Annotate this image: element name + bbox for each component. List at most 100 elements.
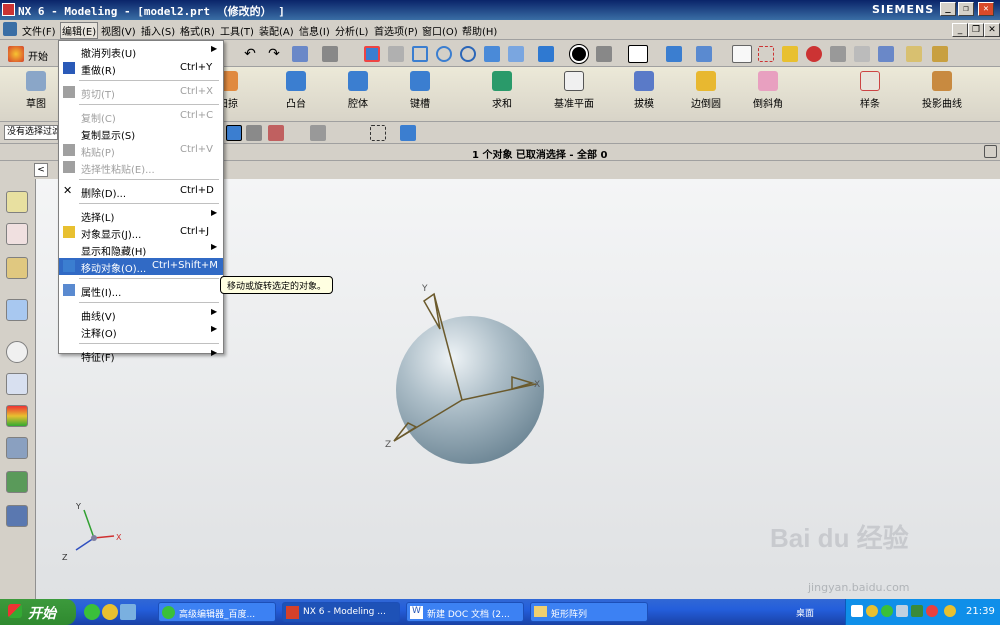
- tray-update-icon[interactable]: [944, 605, 956, 617]
- edit-menu-item-12[interactable]: 属性(I)...: [59, 282, 223, 299]
- reuse-library-icon[interactable]: [6, 299, 28, 321]
- select-all-icon[interactable]: [246, 125, 262, 141]
- undo-icon[interactable]: ↶: [242, 46, 258, 62]
- snap-point-icon[interactable]: [854, 46, 870, 62]
- unite-button[interactable]: 求和: [472, 69, 532, 110]
- menu-window[interactable]: 窗口(O): [422, 23, 458, 38]
- tray-volume-icon[interactable]: [896, 605, 908, 617]
- system-materials-icon[interactable]: [6, 373, 28, 395]
- edit-menu-item-9[interactable]: 对象显示(J)... Ctrl+J: [59, 224, 223, 241]
- draft-button[interactable]: 拔模: [614, 69, 674, 110]
- menu-view[interactable]: 视图(V): [101, 23, 136, 38]
- tray-shield-icon[interactable]: [881, 605, 893, 617]
- assembly-navigator-icon[interactable]: [6, 191, 28, 213]
- menu-analysis[interactable]: 分析(L): [335, 23, 368, 38]
- task-doc[interactable]: W 新建 DOC 文档 (2...: [406, 602, 524, 622]
- type-filter-select[interactable]: 没有选择过滤: [4, 125, 58, 140]
- pocket-button[interactable]: 腔体: [328, 69, 388, 110]
- close-button[interactable]: ✕: [978, 2, 994, 16]
- part-navigator-icon[interactable]: [6, 257, 28, 279]
- edit-menu-item-7[interactable]: ✕ 删除(D)... Ctrl+D: [59, 183, 223, 201]
- snap-center-icon[interactable]: [806, 46, 822, 62]
- render-style-icon[interactable]: [322, 46, 338, 62]
- fit-icon[interactable]: [364, 46, 380, 62]
- pan-icon[interactable]: [484, 46, 500, 62]
- snap-quadrant-icon[interactable]: [830, 46, 846, 62]
- filter-dropdown-icon[interactable]: [226, 125, 242, 141]
- task-folder[interactable]: 矩形阵列: [530, 602, 648, 622]
- magnify-icon[interactable]: [436, 46, 452, 62]
- quicklaunch-media-icon[interactable]: [102, 604, 118, 620]
- status-panel-icon[interactable]: [984, 145, 997, 158]
- rotate-icon[interactable]: [460, 46, 476, 62]
- shaded-icon[interactable]: [569, 44, 589, 64]
- start-button[interactable]: 开始: [28, 48, 48, 63]
- zoom-region-icon[interactable]: [388, 46, 404, 62]
- history-icon[interactable]: [6, 341, 28, 363]
- tray-antivirus-icon[interactable]: [926, 605, 938, 617]
- edit-menu-item-11[interactable]: 移动对象(O)... Ctrl+Shift+M: [59, 258, 223, 275]
- select-icon[interactable]: [732, 45, 752, 63]
- edge-display-icon[interactable]: [596, 46, 612, 62]
- quicklaunch-desktop-icon[interactable]: [120, 604, 136, 620]
- sketch-button[interactable]: 草图: [6, 69, 66, 110]
- menu-info[interactable]: 信息(I): [299, 23, 330, 38]
- edit-menu-item-10[interactable]: 显示和隐藏(H) ▶: [59, 241, 223, 258]
- task-nx[interactable]: NX 6 - Modeling ...: [282, 602, 400, 622]
- edge-blend-button[interactable]: 边倒圆: [676, 69, 736, 110]
- layer-icon[interactable]: [666, 46, 682, 62]
- menu-file[interactable]: 文件(F): [22, 23, 56, 38]
- doc-close-button[interactable]: ✕: [984, 23, 1000, 37]
- slot-button[interactable]: 键槽: [390, 69, 450, 110]
- tray-network-icon[interactable]: [851, 605, 863, 617]
- constraint-navigator-icon[interactable]: [6, 223, 28, 245]
- face-rule-icon[interactable]: [310, 125, 326, 141]
- doc-restore-button[interactable]: ❐: [968, 23, 984, 37]
- edit-menu-item-14[interactable]: 注释(O) ▶: [59, 323, 223, 340]
- menu-assembly[interactable]: 装配(A): [259, 23, 294, 38]
- menu-help[interactable]: 帮助(H): [462, 23, 497, 38]
- project-curve-button[interactable]: 投影曲线: [912, 69, 972, 110]
- menu-tools[interactable]: 工具(T): [220, 23, 254, 38]
- snap-endpoint-icon[interactable]: [758, 46, 774, 62]
- edit-menu-item-1[interactable]: 重做(R) Ctrl+Y: [59, 60, 223, 77]
- desktop-toolbar-label[interactable]: 桌面: [796, 606, 814, 619]
- menu-format[interactable]: 格式(R): [180, 23, 215, 38]
- sphere-body[interactable]: [396, 316, 544, 464]
- edit-menu-item-13[interactable]: 曲线(V) ▶: [59, 306, 223, 323]
- minimize-button[interactable]: _: [940, 2, 956, 16]
- menu-preferences[interactable]: 首选项(P): [374, 23, 418, 38]
- wcs-icon[interactable]: [696, 46, 712, 62]
- selection-scope-icon[interactable]: [268, 125, 284, 141]
- ruler-icon[interactable]: [932, 46, 948, 62]
- palette-icon[interactable]: [6, 405, 28, 427]
- lasso-icon[interactable]: [370, 125, 386, 141]
- edit-menu-item-15[interactable]: 特征(F) ▶: [59, 347, 223, 364]
- info-icon[interactable]: [292, 46, 308, 62]
- tray-qq-icon[interactable]: [866, 605, 878, 617]
- datum-plane-button[interactable]: 基准平面: [544, 69, 604, 110]
- snap-intersect-icon[interactable]: [878, 46, 894, 62]
- snap-toggle-icon[interactable]: [400, 125, 416, 141]
- tab-scroll-left-button[interactable]: <: [34, 163, 48, 177]
- quicklaunch-ie-icon[interactable]: [84, 604, 100, 620]
- menu-edit[interactable]: 编辑(E): [60, 22, 99, 39]
- redo-tool-icon[interactable]: ↷: [266, 46, 282, 62]
- roles-icon[interactable]: [6, 471, 28, 493]
- process-studio-icon[interactable]: [6, 437, 28, 459]
- windows-start-button[interactable]: 开始: [0, 599, 76, 625]
- app-menu-icon[interactable]: [3, 22, 17, 36]
- snap-midpoint-icon[interactable]: [782, 46, 798, 62]
- perspective-icon[interactable]: [508, 46, 524, 62]
- chamfer-button[interactable]: 倒斜角: [738, 69, 798, 110]
- edit-menu-item-8[interactable]: 选择(L) ▶: [59, 207, 223, 224]
- background-color-icon[interactable]: [628, 45, 648, 63]
- spline-button[interactable]: 样条: [840, 69, 900, 110]
- restore-button[interactable]: ❐: [958, 2, 974, 16]
- view-cube-icon[interactable]: [538, 46, 554, 62]
- measure-icon[interactable]: [906, 46, 922, 62]
- task-editor[interactable]: 高级编辑器_百度...: [158, 602, 276, 622]
- doc-minimize-button[interactable]: _: [952, 23, 968, 37]
- zoom-icon[interactable]: [412, 46, 428, 62]
- web-browser-icon[interactable]: [6, 505, 28, 527]
